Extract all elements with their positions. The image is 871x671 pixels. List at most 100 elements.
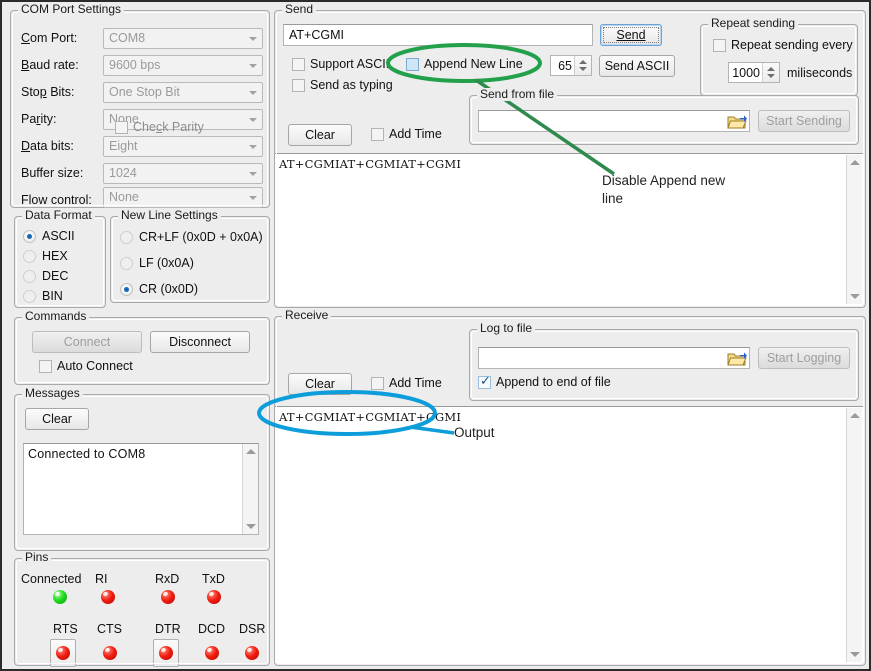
append-new-line-checkbox[interactable] (406, 58, 419, 71)
scroll-up-icon[interactable] (850, 413, 860, 418)
send-file-path-input[interactable] (478, 110, 750, 132)
new-line-settings-group: New Line Settings CR+LF (0x0D + 0x0A) LF… (110, 216, 270, 303)
scroll-up-icon[interactable] (246, 449, 256, 454)
messages-scrollbar[interactable] (242, 444, 258, 534)
log-to-file-title: Log to file (477, 322, 535, 335)
pin-led-dsr (245, 646, 259, 660)
radio-dec-label: DEC (42, 269, 68, 283)
radio-dec[interactable] (23, 270, 36, 283)
radio-ascii[interactable] (23, 230, 36, 243)
send-as-typing-checkbox[interactable] (292, 79, 305, 92)
serial-terminal-window: COM Port Settings Com Port: COM8 Baud ra… (0, 0, 871, 671)
annotation-text-disable-append: Disable Append new line (602, 172, 762, 208)
connect-button-label: Connect (64, 335, 111, 349)
send-clear-button[interactable]: Clear (288, 124, 352, 146)
receive-add-time-checkbox[interactable] (371, 377, 384, 390)
radio-bin[interactable] (23, 290, 36, 303)
append-new-line-label: Append New Line (424, 57, 523, 71)
support-ascii-label: Support ASCII (310, 57, 389, 71)
label-stop-bits: Stop Bits: (21, 85, 75, 99)
radio-cr-label: CR (0x0D) (139, 282, 198, 296)
baud-rate-select[interactable]: 9600 bps (103, 55, 263, 76)
pin-label-ri: RI (95, 572, 108, 586)
commands-group: Commands Connect Disconnect Auto Connect (14, 317, 270, 385)
pin-led-connected (53, 590, 67, 604)
auto-connect-checkbox[interactable] (39, 360, 52, 373)
chevron-down-icon (244, 56, 262, 75)
spinner-buttons[interactable] (574, 56, 591, 75)
folder-open-icon[interactable] (727, 350, 747, 368)
label-buffer-size: Buffer size: (21, 166, 83, 180)
start-sending-button[interactable]: Start Sending (758, 110, 850, 132)
send-title: Send (282, 3, 316, 16)
receive-output-scrollbar[interactable] (846, 408, 862, 662)
send-as-typing-label: Send as typing (310, 78, 393, 92)
messages-group: Messages Clear Connected to COM8 (14, 394, 270, 551)
send-log[interactable]: AT+CGMIAT+CGMIAT+CGMI (275, 153, 863, 305)
chevron-down-icon (244, 110, 262, 129)
spinner-up-icon (579, 60, 587, 64)
send-clear-label: Clear (305, 128, 335, 142)
pin-led-dtr (159, 646, 173, 660)
folder-open-icon[interactable] (727, 113, 747, 131)
pin-label-connected: Connected (21, 572, 81, 586)
repeat-interval-value: 1000 (732, 66, 760, 80)
send-ascii-button[interactable]: Send ASCII (599, 55, 675, 77)
append-to-end-label: Append to end of file (496, 375, 611, 389)
pin-label-dtr[interactable]: DTR (155, 622, 181, 636)
receive-clear-button[interactable]: Clear (288, 373, 352, 395)
send-add-time-label: Add Time (389, 127, 442, 141)
repeat-interval-spinner[interactable]: 1000 (728, 62, 780, 83)
pin-led-dcd (205, 646, 219, 660)
buffer-size-select[interactable]: 1024 (103, 163, 263, 184)
repeat-sending-title: Repeat sending (708, 17, 798, 30)
data-bits-select[interactable]: Eight (103, 136, 263, 157)
stop-bits-select[interactable]: One Stop Bit (103, 82, 263, 103)
radio-hex[interactable] (23, 250, 36, 263)
log-to-file-group: Log to file Start Logging ✓ Append to en… (469, 329, 859, 401)
log-file-path-input[interactable] (478, 347, 750, 369)
com-port-select[interactable]: COM8 (103, 28, 263, 49)
chevron-down-icon (244, 29, 262, 48)
scroll-up-icon[interactable] (850, 160, 860, 165)
scroll-down-icon[interactable] (850, 294, 860, 299)
disconnect-button[interactable]: Disconnect (150, 331, 250, 353)
ascii-code-spinner[interactable]: 65 (550, 55, 592, 76)
send-add-time-checkbox[interactable] (371, 128, 384, 141)
auto-connect-label: Auto Connect (57, 359, 133, 373)
pin-led-rts (56, 646, 70, 660)
flow-control-value: None (109, 190, 139, 204)
flow-control-select[interactable]: None (103, 187, 263, 208)
messages-log-text: Connected to COM8 (28, 447, 145, 461)
radio-crlf[interactable] (120, 231, 133, 244)
scroll-down-icon[interactable] (246, 524, 256, 529)
start-sending-label: Start Sending (766, 114, 842, 128)
send-ascii-label: Send ASCII (605, 59, 670, 73)
radio-cr[interactable] (120, 283, 133, 296)
send-command-input[interactable]: AT+CGMI (283, 24, 593, 46)
com-port-value: COM8 (109, 31, 145, 45)
repeat-sending-checkbox[interactable] (713, 39, 726, 52)
pin-label-dsr: DSR (239, 622, 265, 636)
spinner-buttons[interactable] (762, 63, 779, 82)
label-data-bits: Data bits: (21, 139, 74, 153)
radio-lf[interactable] (120, 257, 133, 270)
start-logging-button[interactable]: Start Logging (758, 347, 850, 369)
append-to-end-checkbox[interactable]: ✓ (478, 376, 491, 389)
scroll-down-icon[interactable] (850, 652, 860, 657)
send-button[interactable]: Send (600, 24, 662, 46)
messages-clear-button[interactable]: Clear (25, 408, 89, 430)
baud-rate-value: 9600 bps (109, 58, 160, 72)
support-ascii-checkbox[interactable] (292, 58, 305, 71)
pin-label-txd: TxD (202, 572, 225, 586)
send-log-text: AT+CGMIAT+CGMIAT+CGMI (279, 157, 461, 171)
data-format-group: Data Format ASCII HEX DEC BIN (14, 216, 106, 308)
com-port-settings-group: COM Port Settings Com Port: COM8 Baud ra… (10, 10, 270, 208)
disconnect-button-label: Disconnect (169, 335, 231, 349)
receive-output[interactable]: AT+CGMIAT+CGMIAT+CGMI (275, 406, 863, 663)
messages-log[interactable]: Connected to COM8 (23, 443, 259, 535)
send-log-scrollbar[interactable] (846, 155, 862, 304)
send-button-label: Send (616, 28, 645, 42)
pins-group: Pins Connected RI RxD TxD RTS CTS DTR DC… (14, 558, 270, 666)
connect-button[interactable]: Connect (32, 331, 142, 353)
